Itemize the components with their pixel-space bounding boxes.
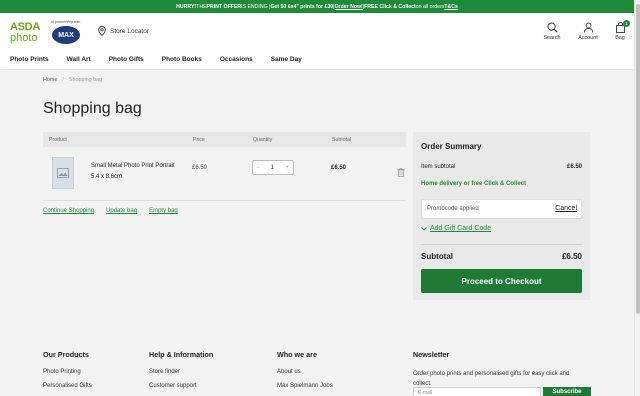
order-summary-heading: Order Summary	[421, 142, 482, 151]
site-header: ASDA photo In partnership with MAX Store…	[0, 13, 634, 69]
item-subtotal: £6.50	[331, 165, 347, 171]
search-label: Search	[543, 35, 561, 41]
remove-item-button[interactable]	[397, 164, 405, 182]
product-thumbnail[interactable]	[52, 157, 74, 189]
nav-photo-books[interactable]: Photo Books	[162, 56, 202, 63]
newsletter-email-input[interactable]: E-mail	[413, 387, 541, 396]
item-subtotal-label: Item subtotal	[421, 164, 456, 170]
delivery-note: Home delivery or free Click & Collect	[421, 181, 527, 187]
promo-text-2: IS ENDING |	[241, 3, 271, 10]
partner-text: In partnership with	[51, 20, 81, 24]
newsletter-heading: Newsletter	[413, 350, 450, 359]
search-button[interactable]: Search	[534, 22, 570, 41]
footer-help: Help & Information Store finder Customer…	[149, 350, 213, 396]
location-pin-icon	[98, 26, 106, 36]
logo-photo-text: photo	[10, 32, 38, 44]
breadcrumb: Home / Shopping bag	[43, 77, 102, 83]
footer-products-heading: Our Products	[43, 350, 89, 359]
order-now-link[interactable]: Order Now!	[335, 4, 363, 10]
bag-actions: Continue Shopping Update bag Empty bag	[43, 208, 190, 214]
nav-photo-gifts[interactable]: Photo Gifts	[109, 56, 144, 63]
search-icon	[547, 22, 558, 33]
bag-table: Product Price Quantity Subtotal Small Me…	[43, 132, 406, 214]
item-price: £6.50	[192, 165, 208, 171]
nav-same-day[interactable]: Same Day	[271, 56, 302, 63]
account-button[interactable]: Account	[570, 22, 606, 41]
update-bag-link[interactable]: Update bag	[106, 208, 137, 214]
promo-banner: HURRY! THE PRINT OFFER IS ENDING | Get 5…	[0, 0, 634, 13]
bag-count-badge: 1	[623, 20, 630, 27]
footer-help-heading: Help & Information	[149, 350, 214, 359]
nav-photo-prints[interactable]: Photo Prints	[10, 56, 49, 63]
page-title: Shopping bag	[43, 100, 142, 117]
product-name[interactable]: Small Metal Photo Print Portrait 5.4 x 8…	[91, 161, 175, 183]
footer-link-photo-printing[interactable]: Photo Printing	[43, 369, 92, 375]
proceed-to-checkout-button[interactable]: Proceed to Checkout	[421, 269, 582, 293]
add-gift-card-link[interactable]: Add Gift Card Code	[421, 225, 491, 232]
nav-wall-art[interactable]: Wall Art	[67, 56, 91, 63]
breadcrumb-home[interactable]: Home	[43, 77, 57, 83]
product-name-line1: Small Metal Photo Print Portrait	[91, 163, 175, 169]
store-locator-label: Store Locator	[110, 27, 150, 35]
promo-text-5: on all orders	[415, 3, 445, 10]
product-size: 5.4 x 8.6cm	[91, 174, 123, 180]
promo-free-collect: FREE Click & Collect	[364, 3, 416, 10]
footer-link-customer-support[interactable]: Customer support	[149, 383, 213, 389]
continue-shopping-link[interactable]: Continue Shopping	[43, 208, 94, 214]
promocode-status: Promocode applied	[427, 206, 479, 212]
quantity-stepper: - 1 +	[252, 160, 294, 175]
breadcrumb-separator: /	[62, 77, 64, 83]
footer-who-heading: Who we are	[277, 350, 317, 359]
tcs-link[interactable]: T&Cs	[444, 4, 458, 10]
quantity-input[interactable]: 1	[271, 165, 274, 171]
footer-who: Who we are About us Max Spielmann Jobs	[277, 350, 333, 396]
user-icon	[583, 22, 593, 33]
newsletter-text: Order photo prints and personalised gift…	[413, 371, 570, 387]
account-label: Account	[578, 35, 598, 41]
bag-item-row: Small Metal Photo Print Portrait 5.4 x 8…	[43, 147, 406, 201]
order-summary: Order Summary Item subtotal £6.50 Home d…	[413, 132, 590, 300]
page: HURRY! THE PRINT OFFER IS ENDING | Get 5…	[0, 0, 640, 396]
promo-hurry: HURRY!	[176, 3, 197, 10]
promocode-box: Promocode applied Cancel	[421, 199, 582, 219]
chevron-down-icon	[421, 226, 427, 231]
footer-link-about-us[interactable]: About us	[277, 369, 333, 375]
store-locator-link[interactable]: Store Locator	[98, 26, 149, 36]
cancel-promocode-button[interactable]: Cancel	[555, 205, 577, 212]
site-footer: Our Products Photo Printing Personalised…	[0, 334, 634, 396]
promo-offer: PRINT OFFER	[206, 3, 242, 10]
image-placeholder-icon	[57, 168, 69, 178]
trash-icon	[397, 168, 405, 177]
empty-bag-link[interactable]: Empty bag	[149, 208, 178, 214]
footer-products: Our Products Photo Printing Personalised…	[43, 350, 92, 396]
promo-deal: Get 50 6x4" prints for £30	[270, 3, 334, 10]
footer-newsletter: Newsletter Order photo prints and person…	[413, 350, 585, 389]
nav-occasions[interactable]: Occasions	[220, 56, 253, 63]
bag-label: Bag	[615, 35, 625, 41]
promo-text-1: THE	[196, 3, 207, 10]
subtotal-value: £6.50	[561, 252, 582, 261]
scrollbar-thumb[interactable]	[636, 4, 640, 314]
quantity-decrease-button[interactable]: -	[257, 165, 259, 171]
summary-divider	[421, 244, 582, 245]
breadcrumb-current: Shopping bag	[68, 77, 103, 83]
quantity-increase-button[interactable]: +	[285, 165, 289, 171]
bag-button[interactable]: 1 Bag	[602, 20, 638, 41]
subtotal-label: Subtotal	[421, 252, 453, 261]
subscribe-button[interactable]: Subscribe	[543, 387, 591, 396]
page-scrollbar[interactable]	[634, 0, 640, 396]
footer-link-store-finder[interactable]: Store finder	[149, 369, 213, 375]
item-subtotal-value: £6.50	[566, 164, 582, 170]
footer-link-personalised-gifts[interactable]: Personalised Gifts	[43, 383, 92, 389]
main-nav: Photo Prints Wall Art Photo Gifts Photo …	[10, 56, 320, 63]
add-gift-card-label: Add Gift Card Code	[430, 225, 492, 232]
footer-link-jobs[interactable]: Max Spielmann Jobs	[277, 383, 333, 389]
max-spielmann-logo: MAX	[52, 26, 80, 44]
